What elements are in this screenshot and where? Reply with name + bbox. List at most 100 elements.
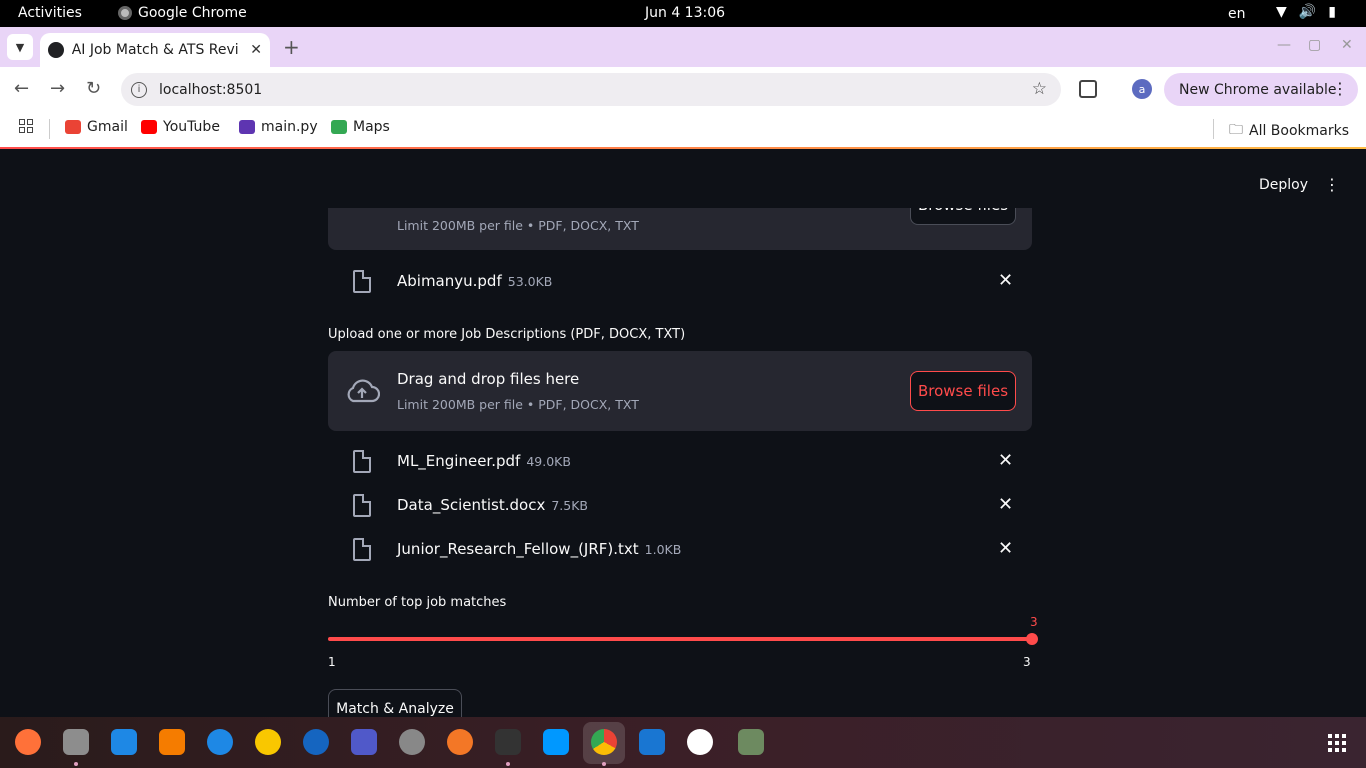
jd-upload-label: Upload one or more Job Descriptions (PDF… [328,327,686,342]
remove-file-icon[interactable]: ✕ [998,538,1013,559]
show-apps-icon[interactable] [1328,734,1346,752]
file-name: Data_Scientist.docx 7.5KB [397,496,588,514]
bookmark-label: YouTube [163,119,220,135]
writer-icon[interactable] [111,729,137,755]
file-size: 1.0KB [644,542,682,557]
close-window-icon[interactable]: ✕ [1341,37,1353,53]
help-icon[interactable] [207,729,233,755]
match-analyze-button[interactable]: Match & Analyze [328,689,462,717]
slider-min: 1 [328,655,336,669]
jupyter-icon[interactable] [447,729,473,755]
tab-search-button[interactable]: ▼ [7,34,33,60]
replit-icon [239,120,255,134]
main-menu-icon[interactable]: ⋮ [1324,175,1340,194]
vscode-icon[interactable] [543,729,569,755]
files-icon[interactable] [63,729,89,755]
file-icon [353,450,371,473]
chrome-menu-icon[interactable]: ⋮ [1332,79,1348,98]
file-size: 7.5KB [551,498,588,513]
slider-value: 3 [1030,615,1038,629]
settings-icon[interactable] [399,729,425,755]
remove-file-icon[interactable]: ✕ [998,494,1013,515]
rhythmbox-icon[interactable] [255,729,281,755]
volume-icon: 🔊 [1298,4,1317,20]
update-label: New Chrome available [1179,81,1337,98]
bookmark-youtube[interactable]: YouTube [141,119,220,135]
slider-max: 3 [1023,655,1031,669]
minimize-icon[interactable]: — [1277,37,1291,53]
jd-dropzone[interactable]: Drag and drop files here Limit 200MB per… [328,351,1032,431]
remove-file-icon[interactable]: ✕ [998,450,1013,471]
deploy-button[interactable]: Deploy [1259,177,1308,193]
file-size: 53.0KB [507,274,553,289]
dropzone-limit: Limit 200MB per file • PDF, DOCX, TXT [397,218,639,233]
browse-files-button[interactable]: Browse files [910,371,1016,411]
slider-label: Number of top job matches [328,595,507,610]
back-icon[interactable]: ← [14,78,29,99]
dock [0,717,1366,768]
update-chrome-button[interactable]: New Chrome available ⋮ [1164,73,1358,106]
maximize-icon[interactable]: ▢ [1308,37,1321,53]
firefox-icon[interactable] [15,729,41,755]
uploaded-file-row: Abimanyu.pdf 53.0KB ✕ [328,264,1032,300]
reload-icon[interactable]: ↻ [86,78,101,99]
address-bar[interactable]: i localhost:8501 ☆ [121,73,1061,106]
slider-thumb[interactable] [1026,633,1038,645]
active-tab[interactable]: AI Job Match & ATS Revi ✕ [40,33,270,67]
folder-icon: 🗀 [1229,122,1243,138]
trash-icon[interactable] [738,729,764,755]
remove-file-icon[interactable]: ✕ [998,270,1013,291]
file-size: 49.0KB [526,454,571,469]
bookmark-label: main.py [261,119,318,135]
chrome-icon[interactable] [591,729,617,755]
terminal-icon[interactable] [495,729,521,755]
chrome-icon [118,6,132,20]
slider-track[interactable] [328,637,1032,641]
teams-icon[interactable] [351,729,377,755]
dropzone-limit: Limit 200MB per file • PDF, DOCX, TXT [397,397,639,412]
maps-icon [331,120,347,134]
youtube-icon [141,120,157,134]
bookmark-maps[interactable]: Maps [331,119,390,135]
bookmark-main-py[interactable]: main.py [239,119,318,135]
close-tab-icon[interactable]: ✕ [250,42,262,58]
running-indicator [506,762,510,766]
file-icon [353,270,371,293]
mongodb-compass-icon[interactable] [687,729,713,755]
software-center-icon[interactable] [159,729,185,755]
activities-button[interactable]: Activities [18,5,82,21]
thunderbird-icon[interactable] [303,729,329,755]
system-top-bar: Activities Google Chrome Jun 4 13:06 en … [0,0,1366,27]
all-bookmarks-button[interactable]: 🗀 All Bookmarks [1229,119,1349,143]
tab-title: AI Job Match & ATS Revi [71,42,239,58]
uploaded-file-row: Junior_Research_Fellow_(JRF).txt 1.0KB ✕ [328,532,1032,568]
url-text: localhost:8501 [159,81,263,98]
header-mask [0,149,1366,208]
keyboard-layout[interactable]: en [1228,6,1246,22]
new-tab-icon[interactable]: + [283,35,300,59]
file-icon [353,494,371,517]
running-indicator [602,762,606,766]
text-editor-icon[interactable] [639,729,665,755]
app-name: Google Chrome [138,5,247,21]
tab-strip: ▼ AI Job Match & ATS Revi ✕ + — ▢ ✕ [0,27,1366,67]
extensions-icon[interactable] [1079,80,1097,98]
dropzone-title: Drag and drop files here [397,370,580,388]
divider [1213,119,1214,139]
app-menu[interactable]: Google Chrome [118,5,247,21]
file-icon [353,538,371,561]
bookmark-star-icon[interactable]: ☆ [1032,79,1047,99]
file-name: Junior_Research_Fellow_(JRF).txt 1.0KB [397,540,682,558]
clock[interactable]: Jun 4 13:06 [645,5,725,21]
gmail-icon [65,120,81,134]
bookmarks-bar: Gmail YouTube main.py Maps 🗀 All Bookmar… [0,111,1366,147]
bookmark-gmail[interactable]: Gmail [65,119,128,135]
forward-icon[interactable]: → [50,78,65,99]
apps-grid-icon[interactable] [19,119,33,133]
file-name: Abimanyu.pdf 53.0KB [397,272,553,290]
cloud-upload-icon [347,379,380,403]
system-tray[interactable]: ▼ 🔊 ▮ [1276,4,1336,20]
site-info-icon[interactable]: i [131,81,147,98]
profile-avatar[interactable]: a [1132,79,1152,99]
streamlit-favicon-icon [48,42,64,58]
